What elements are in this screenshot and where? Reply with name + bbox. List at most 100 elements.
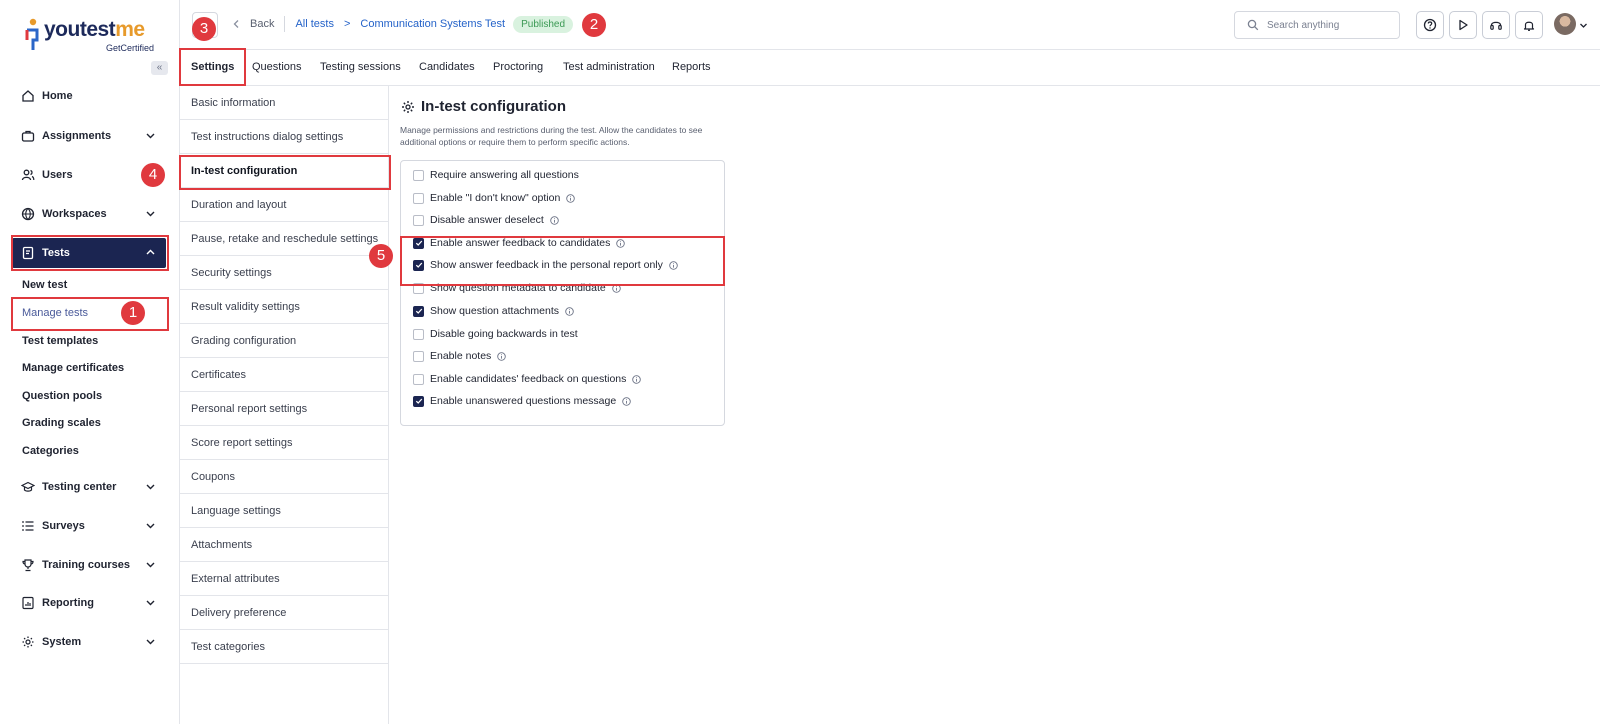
info-icon[interactable] [565,306,574,316]
sidebar-item-label: System [42,636,82,648]
option-disable-going-backwards[interactable]: Disable going backwards in test [413,327,578,341]
option-label: Enable candidates' feedback on questions [430,373,627,385]
checkbox[interactable] [413,305,424,317]
option-show-question-metadata[interactable]: Show question metadata to candidate [413,281,621,295]
collapse-sidebar-button[interactable]: « [151,61,168,75]
sidebar-item-surveys[interactable]: Surveys [12,511,166,541]
settings-item-external-attributes[interactable]: External attributes [180,562,389,596]
info-icon[interactable] [611,283,621,293]
sidebar-item-testing-center[interactable]: Testing center [12,472,166,502]
headset-icon [1490,21,1502,30]
checkbox[interactable] [413,350,424,362]
checkbox[interactable] [413,328,424,340]
sidebar-item-training-courses[interactable]: Training courses [12,550,166,580]
tab-settings[interactable]: Settings [191,61,234,73]
sidebar-sub-manage-certificates[interactable]: Manage certificates [22,362,124,374]
sidebar-item-system[interactable]: System [12,627,166,657]
settings-item-test-categories[interactable]: Test categories [180,630,389,664]
sidebar-sub-test-templates[interactable]: Test templates [22,335,98,347]
info-icon[interactable] [622,396,631,406]
settings-item-language[interactable]: Language settings [180,494,389,528]
option-unanswered-questions-message[interactable]: Enable unanswered questions message [413,394,631,408]
settings-item-personal-report[interactable]: Personal report settings [180,392,389,426]
info-icon[interactable] [550,215,559,225]
tab-questions[interactable]: Questions [252,61,302,73]
annotation-number-4: 4 [141,163,165,187]
notifications-button[interactable] [1515,11,1543,39]
tab-testing-sessions[interactable]: Testing sessions [320,61,401,73]
checkbox[interactable] [413,373,424,385]
option-enable-notes[interactable]: Enable notes [413,349,507,363]
search-input[interactable]: Search anything [1234,11,1400,39]
chevron-up-icon [146,249,155,255]
settings-item-grading[interactable]: Grading configuration [180,324,389,358]
page-description: Manage permissions and restrictions duri… [400,125,703,147]
option-disable-answer-deselect[interactable]: Disable answer deselect [413,213,559,227]
settings-item-delivery-preference[interactable]: Delivery preference [180,596,389,630]
option-feedback-personal-report-only[interactable]: Show answer feedback in the personal rep… [413,258,678,272]
info-icon[interactable] [497,351,507,361]
help-button[interactable] [1416,11,1444,39]
checkbox[interactable] [413,214,424,226]
settings-item-score-report[interactable]: Score report settings [180,426,389,460]
top-bar: Back All tests > Communication Systems T… [180,0,1600,50]
avatar[interactable] [1554,13,1576,35]
breadcrumb-all-tests[interactable]: All tests [295,18,334,30]
logo[interactable]: youtestme GetCertified [22,16,162,56]
settings-item-basic-information[interactable]: Basic information [180,86,389,120]
graduation-cap-icon [21,480,35,494]
option-show-question-attachments[interactable]: Show question attachments [413,304,574,318]
option-require-answering-all[interactable]: Require answering all questions [413,168,579,182]
info-icon[interactable] [566,193,576,203]
option-enable-answer-feedback[interactable]: Enable answer feedback to candidates [413,236,626,250]
settings-item-duration-layout[interactable]: Duration and layout [180,188,389,222]
tab-proctoring[interactable]: Proctoring [493,61,543,73]
gear-icon [402,100,414,113]
option-enable-dont-know[interactable]: Enable "I don't know" option [413,191,576,205]
sidebar-sub-grading-scales[interactable]: Grading scales [22,417,101,429]
play-button[interactable] [1449,11,1477,39]
logo-tagline: GetCertified [106,43,155,53]
sidebar-item-reporting[interactable]: Reporting [12,588,166,618]
breadcrumb-test-name[interactable]: Communication Systems Test [360,18,505,30]
sidebar-item-tests[interactable]: Tests [12,238,166,268]
support-button[interactable] [1482,11,1510,39]
sidebar-item-home[interactable]: Home [12,81,166,111]
settings-item-coupons[interactable]: Coupons [180,460,389,494]
checkbox[interactable] [413,395,424,407]
briefcase-icon [21,129,35,143]
tab-test-administration[interactable]: Test administration [563,61,655,73]
settings-item-attachments[interactable]: Attachments [180,528,389,562]
chevron-down-icon [146,211,155,217]
checkbox[interactable] [413,259,424,271]
info-icon[interactable] [632,374,642,384]
check-icon [415,262,422,268]
checkbox[interactable] [413,237,424,249]
checkbox[interactable] [413,282,424,294]
settings-item-pause-retake[interactable]: Pause, retake and reschedule settings [180,222,389,256]
sidebar-sub-question-pools[interactable]: Question pools [22,390,102,402]
chevron-down-icon [146,133,155,139]
sidebar-sub-categories[interactable]: Categories [22,445,79,457]
info-icon[interactable] [616,238,626,248]
option-label: Enable "I don't know" option [430,192,561,204]
settings-item-certificates[interactable]: Certificates [180,358,389,392]
back-button[interactable]: Back [232,18,274,30]
sidebar-sub-manage-tests[interactable]: Manage tests [22,307,88,319]
sidebar-sub-new-test[interactable]: New test [22,279,67,291]
settings-item-in-test-configuration[interactable]: In-test configuration [180,154,389,188]
settings-item-security[interactable]: Security settings [180,256,389,290]
chevron-down-icon[interactable] [1579,21,1588,30]
breadcrumb: Back All tests > Communication Systems T… [232,14,574,34]
checkbox[interactable] [413,169,424,181]
settings-item-result-validity[interactable]: Result validity settings [180,290,389,324]
settings-item-test-instructions[interactable]: Test instructions dialog settings [180,120,389,154]
tab-candidates[interactable]: Candidates [419,61,475,73]
checkbox[interactable] [413,192,424,204]
sidebar-item-workspaces[interactable]: Workspaces [12,199,166,229]
chevron-down-icon [146,639,155,645]
info-icon[interactable] [669,260,678,270]
sidebar-item-assignments[interactable]: Assignments [12,121,166,151]
tab-reports[interactable]: Reports [672,61,711,73]
option-candidates-feedback[interactable]: Enable candidates' feedback on questions [413,372,642,386]
